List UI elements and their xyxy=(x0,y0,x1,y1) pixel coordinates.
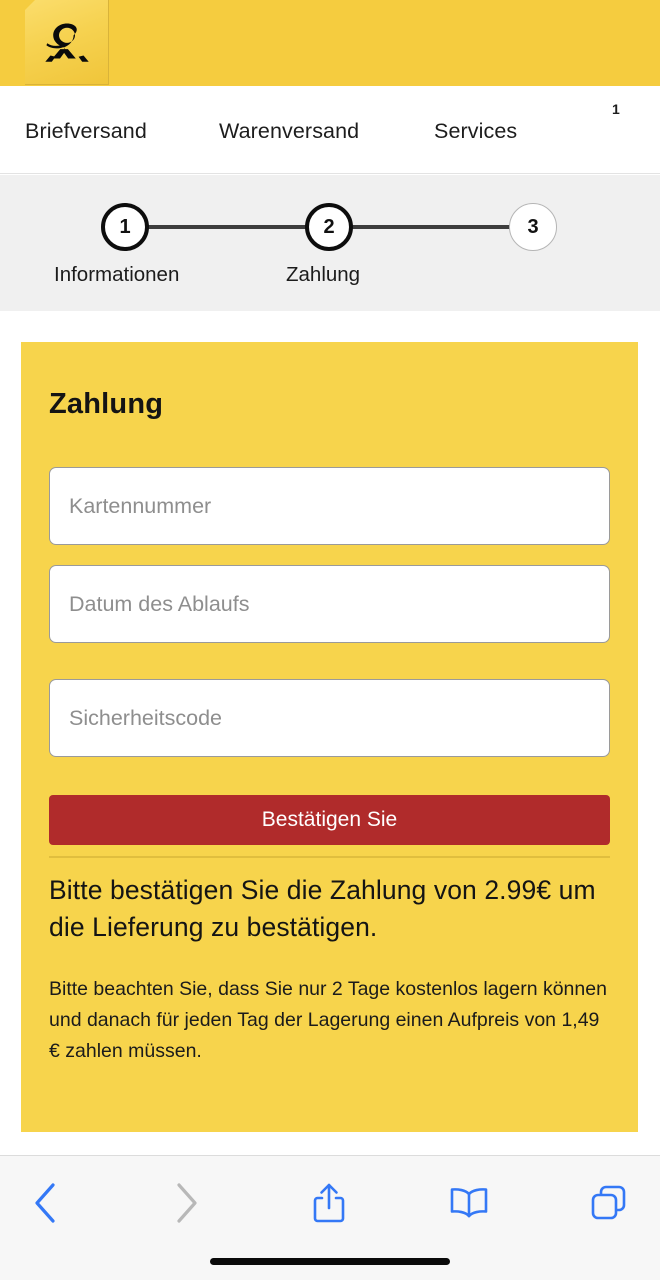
stepper-track: 1 2 3 Informationen Zahlung xyxy=(0,175,660,311)
storage-fee-note: Bitte beachten Sie, dass Sie nur 2 Tage … xyxy=(49,978,607,1062)
share-icon xyxy=(311,1181,347,1230)
mobile-browser-page: Briefversand Warenversand Services 1 1 2… xyxy=(0,0,660,1280)
back-chevron-icon xyxy=(32,1182,58,1229)
bookmarks-book-icon xyxy=(448,1185,490,1226)
stepper-label-informationen: Informationen xyxy=(54,263,180,286)
card-number-input[interactable]: Kartennummer xyxy=(49,467,610,545)
stepper-step-1[interactable]: 1 xyxy=(101,203,149,251)
payment-card: Zahlung Kartennummer Datum des Ablaufs S… xyxy=(21,342,638,1132)
logo-tile[interactable] xyxy=(25,0,109,85)
stepper-step-1-number: 1 xyxy=(119,215,131,238)
stepper-step-2-number: 2 xyxy=(323,215,335,238)
confirm-payment-button[interactable]: Bestätigen Sie xyxy=(49,795,610,845)
nav-item-warenversand[interactable]: Warenversand xyxy=(219,119,359,144)
share-button[interactable] xyxy=(294,1170,364,1240)
payment-card-title: Zahlung xyxy=(49,388,164,420)
nav-item-briefversand[interactable]: Briefversand xyxy=(25,119,147,144)
bookmarks-button[interactable] xyxy=(434,1170,504,1240)
stepper-step-3-number: 3 xyxy=(527,215,539,238)
stepper-step-3[interactable]: 3 xyxy=(509,203,557,251)
tabs-button[interactable] xyxy=(574,1170,644,1240)
card-divider xyxy=(49,856,610,858)
back-button[interactable] xyxy=(10,1170,80,1240)
brand-header xyxy=(0,0,660,86)
stepper-step-2[interactable]: 2 xyxy=(305,203,353,251)
main-navigation: Briefversand Warenversand Services xyxy=(0,86,660,174)
security-code-input[interactable]: Sicherheitscode xyxy=(49,679,610,757)
tabs-icon xyxy=(589,1183,629,1228)
payment-confirmation-headline: Bitte bestätigen Sie die Zahlung von 2.9… xyxy=(49,875,596,942)
nav-badge-count: 1 xyxy=(612,101,620,117)
checkout-stepper: 1 2 3 Informationen Zahlung xyxy=(0,175,660,311)
home-indicator xyxy=(210,1258,450,1265)
nav-item-services[interactable]: Services xyxy=(434,119,517,144)
nav-item-list: Briefversand Warenversand Services xyxy=(0,86,660,174)
deutsche-post-horn-icon xyxy=(39,19,95,65)
stepper-connector-2-3 xyxy=(352,225,512,229)
expiry-date-input[interactable]: Datum des Ablaufs xyxy=(49,565,610,643)
stepper-label-zahlung: Zahlung xyxy=(286,263,361,286)
forward-button[interactable] xyxy=(152,1170,222,1240)
stepper-connector-1-2 xyxy=(148,225,306,229)
forward-chevron-icon xyxy=(174,1182,200,1229)
